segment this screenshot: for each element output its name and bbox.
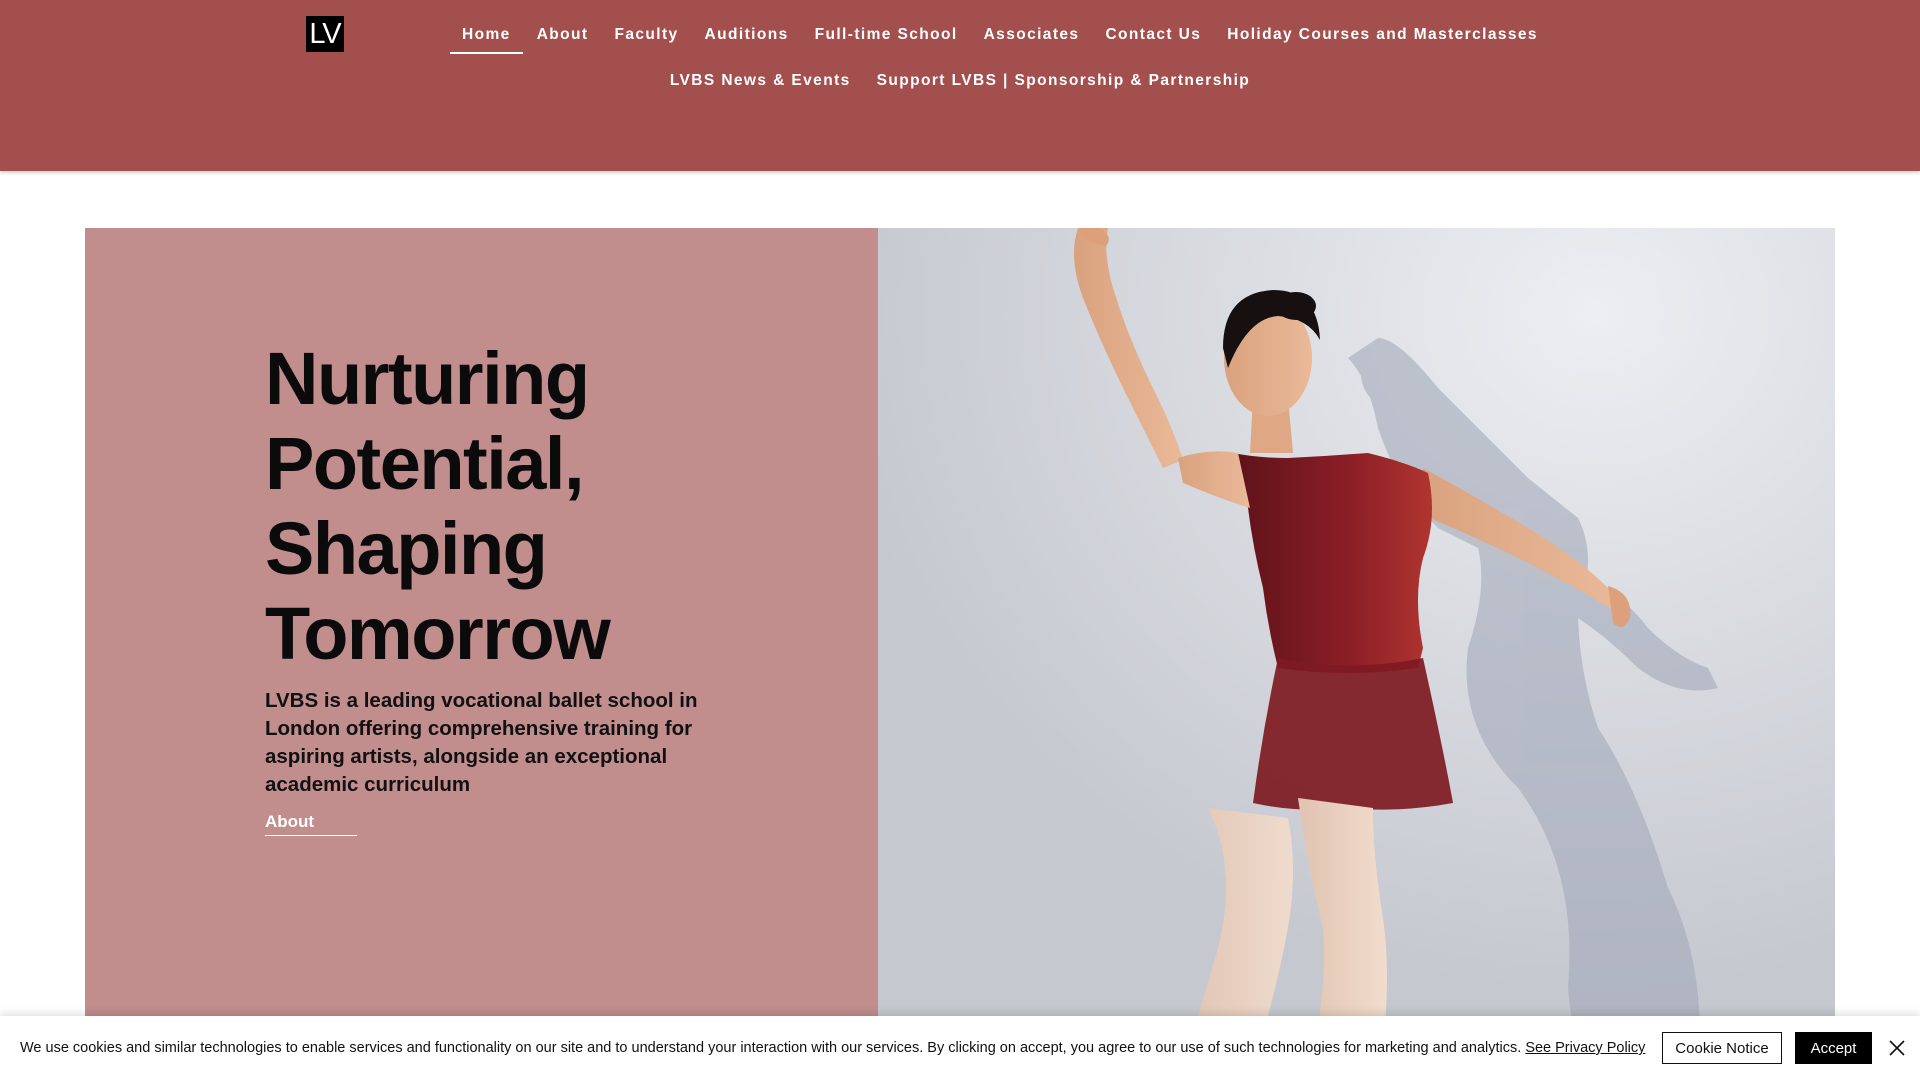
cookie-message-text: We use cookies and similar technologies …: [20, 1040, 1522, 1056]
cookie-banner: We use cookies and similar technologies …: [0, 1016, 1920, 1080]
nav-item-full-time-school[interactable]: Full-time School: [803, 22, 970, 54]
hero-title: Nurturing Potential, Shaping Tomorrow: [265, 336, 685, 676]
hero-title-line: Tomorrow: [265, 592, 611, 675]
hero-about-link[interactable]: About: [265, 812, 357, 836]
main-nav-row-1: Home About Faculty Auditions Full-time S…: [0, 22, 1920, 54]
nav-item-home[interactable]: Home: [450, 22, 523, 54]
main-nav-row-2: LVBS News & Events Support LVBS | Sponso…: [0, 68, 1920, 100]
site-header: LV Home About Faculty Auditions Full-tim…: [0, 0, 1920, 171]
nav-item-support[interactable]: Support LVBS | Sponsorship & Partnership: [865, 68, 1263, 100]
hero-title-line: Shaping: [265, 507, 548, 590]
hero-description: LVBS is a leading vocational ballet scho…: [265, 689, 698, 796]
dancer-illustration: [878, 228, 1835, 1080]
privacy-policy-link[interactable]: See Privacy Policy: [1525, 1040, 1645, 1056]
nav-item-holiday-courses[interactable]: Holiday Courses and Masterclasses: [1215, 22, 1550, 54]
nav-item-contact-us[interactable]: Contact Us: [1093, 22, 1213, 54]
cookie-message: We use cookies and similar technologies …: [20, 1040, 1645, 1056]
cookie-notice-button[interactable]: Cookie Notice: [1662, 1032, 1782, 1064]
accept-button[interactable]: Accept: [1795, 1032, 1872, 1064]
hero-title-line: Nurturing: [265, 337, 590, 420]
nav-item-news-events[interactable]: LVBS News & Events: [658, 68, 863, 100]
nav-item-associates[interactable]: Associates: [972, 22, 1092, 54]
nav-item-auditions[interactable]: Auditions: [693, 22, 801, 54]
close-icon[interactable]: [1885, 1036, 1909, 1060]
nav-item-faculty[interactable]: Faculty: [602, 22, 690, 54]
hero-title-line: Potential,: [265, 422, 585, 505]
hero-dancer-image: [878, 228, 1835, 1080]
nav-item-about[interactable]: About: [525, 22, 601, 54]
